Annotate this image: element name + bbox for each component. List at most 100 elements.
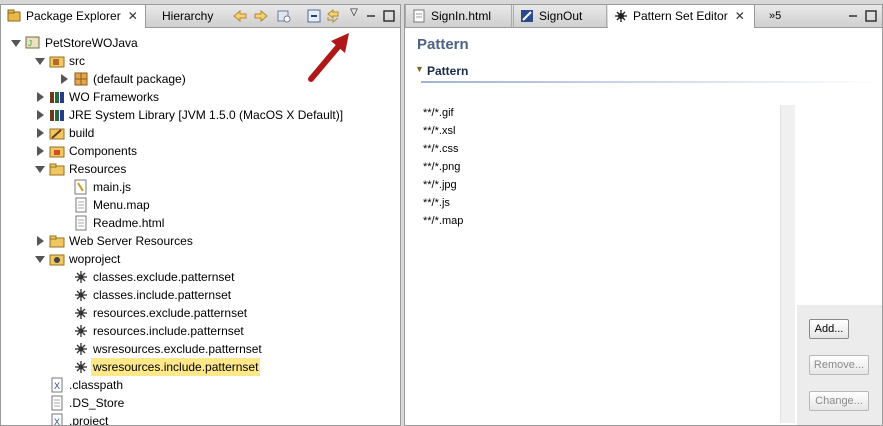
forward-icon[interactable] <box>253 8 269 24</box>
tree-row-label: .project <box>69 414 109 426</box>
file-icon <box>51 395 63 411</box>
svg-text:X: X <box>54 381 60 391</box>
tab-signin[interactable]: SignIn.html <box>405 5 512 27</box>
pattern-item[interactable]: **/*.css <box>423 143 458 155</box>
minimize-icon[interactable] <box>363 8 379 24</box>
expanded-twisty-icon[interactable] <box>11 38 21 48</box>
pattern-item[interactable]: **/*.xsl <box>423 125 455 137</box>
change-button[interactable]: Change... <box>809 391 869 411</box>
tree-row-label: resources.exclude.patternset <box>93 306 248 320</box>
editor-tabbar: SignIn.html SignOut Pattern Set Editor ✕ … <box>405 5 882 28</box>
view-menu-icon[interactable]: ▽ <box>346 7 362 23</box>
tab-label: Hierarchy <box>162 9 214 23</box>
folder-icon <box>49 235 65 248</box>
html-file-icon <box>413 9 425 23</box>
tree-row[interactable]: wsresources.include.patternset <box>1 358 400 376</box>
editor-title: Pattern <box>417 36 469 53</box>
xml-file-icon: X <box>51 377 63 393</box>
library-icon <box>50 110 64 121</box>
patternset-icon <box>75 289 87 301</box>
sync-icon[interactable] <box>325 8 341 24</box>
collapsed-twisty-icon[interactable] <box>35 92 45 102</box>
pattern-item[interactable]: **/*.map <box>423 215 463 227</box>
expanded-twisty-icon[interactable] <box>35 254 45 264</box>
tree-row[interactable]: build <box>1 124 400 142</box>
tree-row[interactable]: Web Server Resources <box>1 232 400 250</box>
expanded-twisty-icon[interactable] <box>35 164 45 174</box>
close-icon[interactable]: ✕ <box>735 9 745 23</box>
collapsed-twisty-icon[interactable] <box>35 128 45 138</box>
collapsed-twisty-icon[interactable] <box>35 110 45 120</box>
tab-label: Package Explorer <box>26 9 121 23</box>
expanded-twisty-icon[interactable] <box>35 56 45 66</box>
tree-row[interactable]: resources.include.patternset <box>1 322 400 340</box>
svg-text:J: J <box>28 39 32 48</box>
pattern-item[interactable]: **/*.png <box>423 161 460 173</box>
tree-row-label: Resources <box>69 162 127 176</box>
source-folder-icon <box>49 56 65 68</box>
collapse-triangle-icon[interactable]: ▼ <box>415 64 424 74</box>
pattern-item[interactable]: **/*.jpg <box>423 179 457 191</box>
maximize-icon[interactable] <box>381 8 397 24</box>
link-with-editor-icon[interactable] <box>276 8 292 24</box>
tree-row[interactable]: JRE System Library [JVM 1.5.0 (MacOS X D… <box>1 106 400 124</box>
js-file-icon <box>74 179 87 195</box>
tree-row-label: wsresources.exclude.patternset <box>93 342 262 356</box>
folder-icon <box>49 163 65 176</box>
tree-row-label-selected: wsresources.include.patternset <box>91 358 261 376</box>
tree-row[interactable]: WO Frameworks <box>1 88 400 106</box>
project-icon: J <box>25 36 40 49</box>
tree-row[interactable]: main.js <box>1 178 400 196</box>
section-label: Pattern <box>427 64 469 78</box>
remove-button[interactable]: Remove... <box>809 355 869 375</box>
wo-component-icon <box>521 10 533 22</box>
tree-row-label: classes.exclude.patternset <box>93 270 235 284</box>
tree-row[interactable]: classes.exclude.patternset <box>1 268 400 286</box>
patternset-icon <box>75 271 87 283</box>
tree-row-label: main.js <box>93 180 132 194</box>
tab-hierarchy[interactable]: Hierarchy <box>156 5 226 27</box>
tree-row-label: classes.include.patternset <box>93 288 232 302</box>
pattern-button-column: Add... Remove... Change... <box>797 305 882 425</box>
patternset-icon <box>75 325 87 337</box>
collapsed-twisty-icon[interactable] <box>35 236 45 246</box>
pattern-list-scrollbar[interactable] <box>780 105 795 423</box>
close-icon[interactable]: ✕ <box>128 9 138 23</box>
pattern-list[interactable]: **/*.gif **/*.xsl **/*.css **/*.png **/*.jpg… <box>423 105 795 423</box>
file-icon <box>75 197 87 213</box>
pattern-section-header[interactable]: ▼ Pattern <box>413 63 882 83</box>
tree-row[interactable]: Components <box>1 142 400 160</box>
tree-row[interactable]: Readme.html <box>1 214 400 232</box>
collapsed-twisty-icon[interactable] <box>35 146 45 156</box>
tree-row[interactable]: classes.include.patternset <box>1 286 400 304</box>
pattern-item[interactable]: **/*.gif <box>423 107 454 119</box>
tree-row[interactable]: X .project <box>1 412 400 426</box>
back-icon[interactable] <box>232 8 248 24</box>
collapse-all-icon[interactable] <box>306 8 322 24</box>
tab-package-explorer[interactable]: Package Explorer ✕ <box>1 5 146 28</box>
package-explorer-view: Package Explorer ✕ Hierarchy ▽ J PetStoreW… <box>0 4 401 426</box>
tree-row[interactable]: Resources <box>1 160 400 178</box>
tab-pattern-set-editor[interactable]: Pattern Set Editor ✕ <box>608 5 755 28</box>
collapsed-twisty-icon[interactable] <box>59 74 69 84</box>
tree-row-label: JRE System Library [JVM 1.5.0 (MacOS X D… <box>69 108 344 122</box>
tree-row-label: Web Server Resources <box>69 234 193 248</box>
tree-row[interactable]: Menu.map <box>1 196 400 214</box>
tree-row-label: Components <box>69 144 138 158</box>
tree-row-label: .DS_Store <box>69 396 125 410</box>
patternset-icon <box>615 10 627 22</box>
tree-row[interactable]: wsresources.exclude.patternset <box>1 340 400 358</box>
add-button[interactable]: Add... <box>809 319 849 339</box>
tree-row[interactable]: resources.exclude.patternset <box>1 304 400 322</box>
minimize-icon[interactable] <box>845 8 861 24</box>
tab-signout[interactable]: SignOut <box>513 5 607 27</box>
tree-row-label: woproject <box>69 252 121 266</box>
patternset-icon <box>75 307 87 319</box>
package-explorer-tabbar: Package Explorer ✕ Hierarchy ▽ <box>1 5 400 28</box>
tree-row[interactable]: X .classpath <box>1 376 400 394</box>
tree-row[interactable]: woproject <box>1 250 400 268</box>
pattern-item[interactable]: **/*.js <box>423 197 450 209</box>
tab-overflow-button[interactable]: »5 <box>763 5 793 27</box>
maximize-icon[interactable] <box>863 8 879 24</box>
tree-row[interactable]: .DS_Store <box>1 394 400 412</box>
